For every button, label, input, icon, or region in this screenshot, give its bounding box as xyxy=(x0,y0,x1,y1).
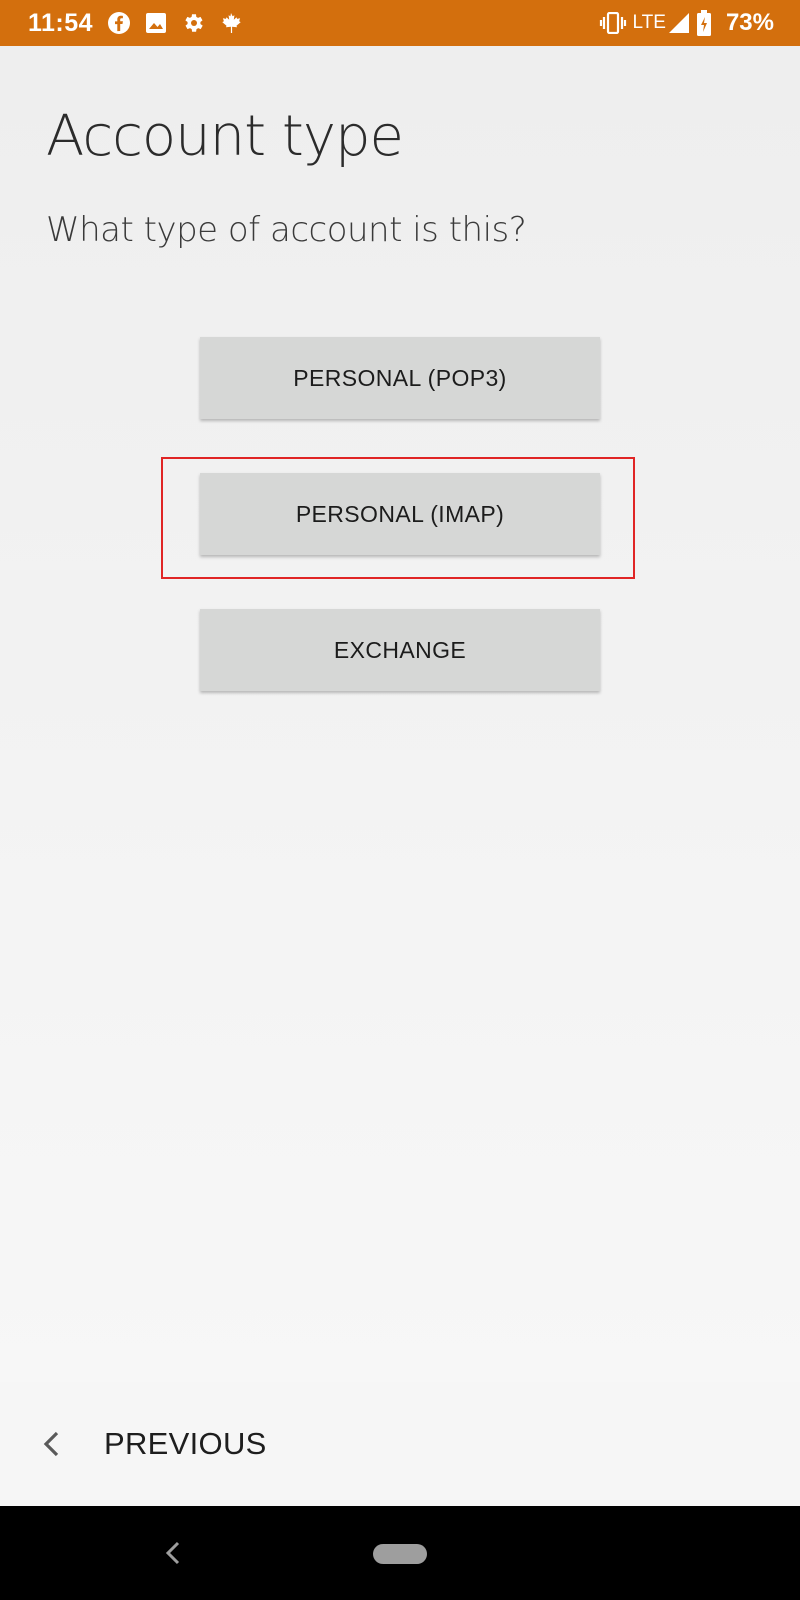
status-bar: 11:54 LTE 73% xyxy=(0,0,800,46)
image-icon xyxy=(145,12,167,34)
previous-label: PREVIOUS xyxy=(104,1426,267,1461)
page-title: Account type xyxy=(46,104,404,169)
vibrate-icon xyxy=(599,12,627,34)
status-right: LTE 73% xyxy=(599,9,774,37)
exchange-button[interactable]: EXCHANGE xyxy=(200,609,600,691)
personal-pop3-button[interactable]: PERSONAL (POP3) xyxy=(200,337,600,419)
signal-icon xyxy=(668,12,690,34)
network-type: LTE xyxy=(632,12,666,33)
system-nav-bar xyxy=(0,1506,800,1600)
system-home-pill[interactable] xyxy=(373,1544,427,1564)
system-back-icon[interactable] xyxy=(160,1538,186,1568)
page-subtitle: What type of account is this? xyxy=(46,210,527,250)
previous-button[interactable]: PREVIOUS xyxy=(0,1382,287,1506)
chevron-left-icon xyxy=(42,1430,60,1458)
maple-leaf-icon xyxy=(219,11,243,35)
main-content: Account type What type of account is thi… xyxy=(0,46,800,1382)
battery-percentage: 73% xyxy=(725,9,774,36)
facebook-icon xyxy=(107,11,131,35)
highlight-box xyxy=(161,457,635,579)
status-time: 11:54 xyxy=(28,8,94,37)
settings-icon xyxy=(181,11,205,35)
bottom-bar: PREVIOUS xyxy=(0,1382,800,1506)
status-left: 11:54 xyxy=(28,9,257,38)
battery-charging-icon xyxy=(696,10,712,36)
